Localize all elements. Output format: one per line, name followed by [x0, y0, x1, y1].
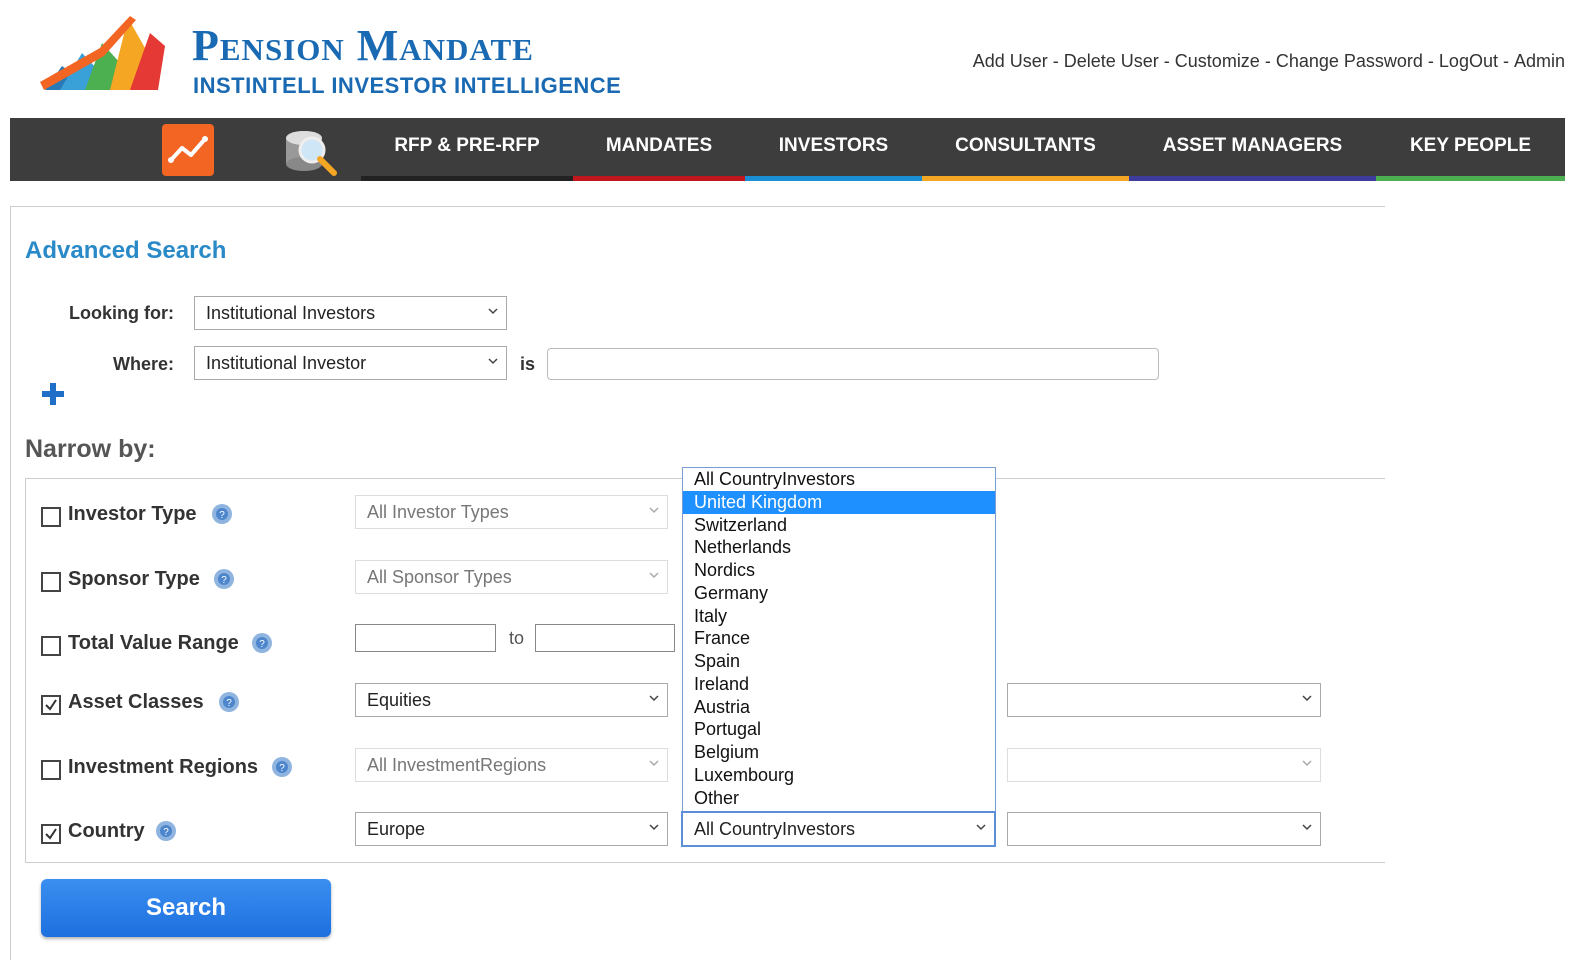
to-label: to — [509, 628, 525, 648]
investment-regions-sub-select[interactable] — [1007, 748, 1321, 782]
dropdown-option[interactable]: Portugal — [683, 718, 995, 741]
dropdown-option[interactable]: All CountryInvestors — [683, 468, 995, 491]
sponsor-type-checkbox[interactable] — [41, 572, 61, 592]
help-icon[interactable]: ? — [155, 820, 177, 842]
investment-regions-label: Investment Regions — [68, 756, 259, 778]
brand-subtitle: INSTINTELL INVESTOR INTELLIGENCE — [193, 73, 622, 98]
advanced-search-title: Advanced Search — [25, 237, 227, 264]
investment-regions-checkbox[interactable] — [41, 760, 61, 780]
dropdown-option[interactable]: Luxembourg — [683, 764, 995, 787]
chevron-down-icon — [649, 572, 659, 579]
dropdown-option[interactable]: Netherlands — [683, 536, 995, 559]
investment-regions-select[interactable]: All InvestmentRegions — [355, 748, 668, 782]
investor-type-checkbox[interactable] — [41, 507, 61, 527]
svg-text:?: ? — [279, 763, 285, 774]
asset-classes-sub-select[interactable] — [1007, 683, 1321, 717]
nav-investors[interactable]: INVESTORS — [745, 118, 922, 181]
investor-type-label: Investor Type — [68, 503, 197, 525]
dropdown-option[interactable]: Switzerland — [683, 514, 995, 537]
svg-text:?: ? — [219, 510, 225, 521]
add-condition-plus-icon[interactable] — [40, 381, 66, 407]
country-checkbox[interactable] — [41, 824, 61, 844]
chevron-down-icon — [1302, 760, 1312, 767]
svg-text:?: ? — [163, 827, 169, 838]
investor-type-select[interactable]: All Investor Types — [355, 495, 668, 529]
chevron-down-icon — [649, 695, 659, 702]
chevron-down-icon — [1302, 824, 1312, 831]
nav-asset-managers[interactable]: ASSET MANAGERS — [1129, 118, 1376, 181]
is-label: is — [520, 354, 536, 374]
chart-trend-icon[interactable] — [162, 124, 214, 176]
narrow-by-title: Narrow by: — [25, 435, 156, 463]
where-value-input[interactable] — [547, 348, 1159, 380]
customize-link[interactable]: Customize — [1175, 51, 1260, 71]
search-button[interactable]: Search — [41, 879, 331, 937]
total-value-min-input[interactable] — [355, 624, 496, 652]
admin-link[interactable]: Admin — [1514, 51, 1565, 71]
logout-link[interactable]: LogOut — [1439, 51, 1498, 71]
svg-text:?: ? — [259, 639, 265, 650]
svg-text:?: ? — [226, 698, 232, 709]
country-dropdown-list: All CountryInvestors United Kingdom Swit… — [682, 467, 996, 811]
total-value-checkbox[interactable] — [41, 636, 61, 656]
main-nav: RFP & PRE-RFP MANDATES INVESTORS CONSULT… — [10, 118, 1565, 181]
country-region-select[interactable]: Europe — [355, 812, 668, 846]
country-investors-select[interactable]: All CountryInvestors — [681, 811, 996, 847]
nav-consultants[interactable]: CONSULTANTS — [922, 118, 1129, 181]
where-select[interactable]: Institutional Investor — [194, 346, 507, 380]
help-icon[interactable]: ? — [271, 756, 293, 778]
chevron-down-icon — [649, 760, 659, 767]
dropdown-option[interactable]: Nordics — [683, 559, 995, 582]
dropdown-option[interactable]: Germany — [683, 582, 995, 605]
pension-mandate-logo[interactable] — [40, 8, 170, 98]
add-user-link[interactable]: Add User — [973, 51, 1048, 71]
total-value-label: Total Value Range — [68, 632, 239, 654]
nav-mandates[interactable]: MANDATES — [573, 118, 745, 181]
delete-user-link[interactable]: Delete User — [1064, 51, 1159, 71]
help-icon[interactable]: ? — [213, 568, 235, 590]
chevron-down-icon — [488, 358, 498, 365]
brand-title: Pension Mandate — [192, 21, 534, 70]
dropdown-option[interactable]: France — [683, 627, 995, 650]
user-links: Add User - Delete User - Customize - Change Pa… — [972, 51, 1565, 71]
chevron-down-icon — [488, 308, 498, 315]
svg-text:?: ? — [221, 575, 227, 586]
asset-classes-label: Asset Classes — [68, 691, 204, 713]
dropdown-option[interactable]: Austria — [683, 696, 995, 719]
nav-key-people[interactable]: KEY PEOPLE — [1376, 118, 1565, 181]
help-icon[interactable]: ? — [218, 691, 240, 713]
looking-for-label: Looking for: — [69, 303, 174, 323]
sponsor-type-select[interactable]: All Sponsor Types — [355, 560, 668, 594]
total-value-max-input[interactable] — [535, 624, 675, 652]
dropdown-option[interactable]: Belgium — [683, 741, 995, 764]
looking-for-select[interactable]: Institutional Investors — [194, 296, 507, 330]
dropdown-option[interactable]: Other — [683, 787, 995, 810]
dropdown-option-highlighted[interactable]: United Kingdom — [683, 490, 995, 514]
country-label: Country — [68, 820, 145, 842]
chevron-down-icon — [976, 824, 986, 831]
where-label: Where: — [112, 354, 174, 374]
checkmark-icon — [45, 699, 57, 711]
help-icon[interactable]: ? — [211, 503, 233, 525]
asset-classes-checkbox[interactable] — [41, 695, 61, 715]
dropdown-option[interactable]: Italy — [683, 605, 995, 628]
chevron-down-icon — [1302, 695, 1312, 702]
chevron-down-icon — [649, 824, 659, 831]
chevron-down-icon — [649, 507, 659, 514]
database-search-icon[interactable] — [280, 124, 337, 176]
help-icon[interactable]: ? — [251, 632, 273, 654]
dropdown-option[interactable]: Spain — [683, 650, 995, 673]
sponsor-type-label: Sponsor Type — [68, 568, 200, 590]
checkmark-icon — [45, 828, 57, 840]
asset-classes-select[interactable]: Equities — [355, 683, 668, 717]
change-password-link[interactable]: Change Password — [1276, 51, 1423, 71]
country-sub-select[interactable] — [1007, 812, 1321, 846]
dropdown-option[interactable]: Ireland — [683, 673, 995, 696]
nav-rfp[interactable]: RFP & PRE-RFP — [361, 118, 573, 181]
